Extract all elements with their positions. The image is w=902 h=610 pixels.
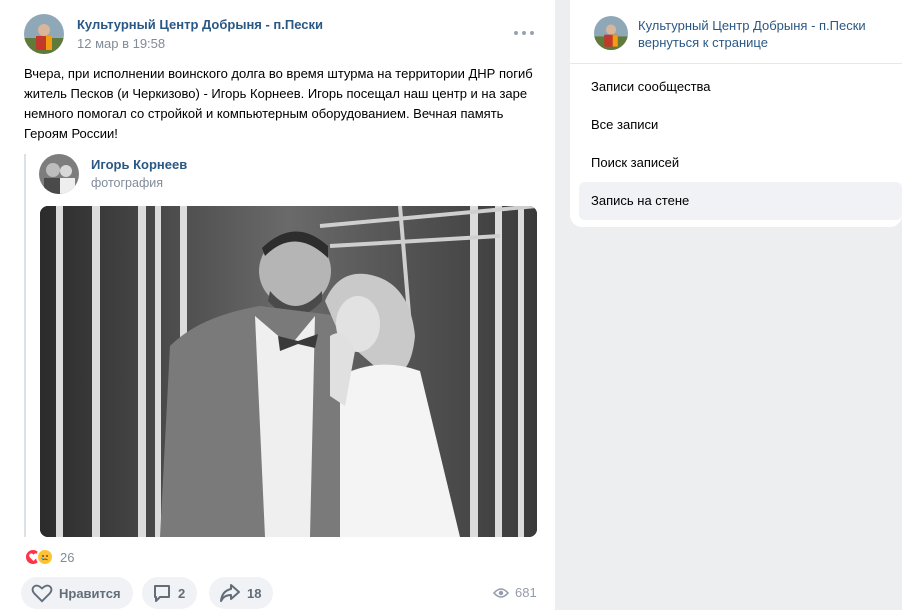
sidebar-community-name[interactable]: Культурный Центр Добрыня - п.Пески [638, 18, 866, 33]
eye-icon [493, 587, 509, 598]
comment-icon [154, 585, 170, 602]
like-label: Нравится [59, 585, 121, 601]
community-avatar[interactable] [24, 14, 64, 54]
repost-block: Игорь Корнеев фотография [24, 154, 537, 537]
shares-count: 18 [247, 585, 262, 601]
sidebar-community-avatar[interactable] [594, 16, 628, 50]
share-arrow-icon [220, 584, 240, 602]
comment-button[interactable]: 2 [142, 577, 198, 609]
comments-count: 2 [178, 585, 186, 601]
sidebar-header: Культурный Центр Добрыня - п.Пески верну… [570, 0, 902, 64]
more-dots-icon[interactable] [514, 26, 534, 40]
menu-item-search-posts[interactable]: Поиск записей [579, 144, 902, 182]
sad-reaction-icon [36, 548, 54, 566]
wall-post: Культурный Центр Добрыня - п.Пески 12 ма… [0, 0, 555, 610]
sidebar-menu: Записи сообщества Все записи Поиск запис… [579, 68, 902, 220]
reactions-summary[interactable]: 26 [24, 548, 74, 566]
like-button[interactable]: Нравится [21, 577, 133, 609]
views-counter: 681 [493, 585, 537, 600]
repost-author-link[interactable]: Игорь Корнеев [91, 157, 187, 172]
back-to-page-link[interactable]: вернуться к странице [638, 35, 768, 50]
menu-item-all-posts[interactable]: Все записи [579, 106, 902, 144]
post-author-link[interactable]: Культурный Центр Добрыня - п.Пески [77, 17, 323, 32]
views-count: 681 [515, 585, 537, 600]
post-text: Вчера, при исполнении воинского долга во… [24, 66, 533, 141]
repost-subtitle: фотография [91, 176, 163, 190]
sidebar-card: Культурный Центр Добрыня - п.Пески верну… [570, 0, 902, 227]
menu-item-community-posts[interactable]: Записи сообщества [579, 68, 902, 106]
post-date[interactable]: 12 мар в 19:58 [77, 36, 165, 51]
menu-item-wall-post[interactable]: Запись на стене [579, 182, 902, 220]
like-heart-icon [31, 584, 53, 603]
share-button[interactable]: 18 [209, 577, 274, 609]
reactions-count: 26 [60, 549, 75, 565]
repost-author-avatar[interactable] [39, 154, 79, 194]
post-photo[interactable] [40, 206, 537, 537]
